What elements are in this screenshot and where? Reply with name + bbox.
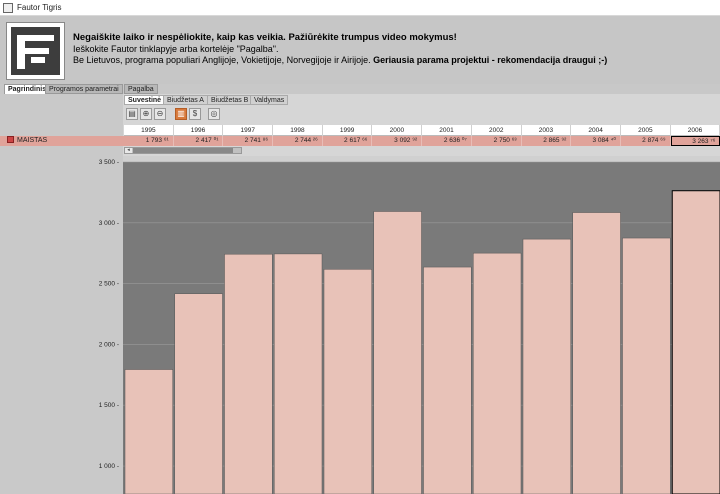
table-row[interactable]: MAISTAS 1 793 ⁶¹ 2 417 ⁰¹ 2 741 ⁸⁶ 2 744 ²⁶… [0,136,720,146]
y-tick-label: 2 000 - [99,341,119,348]
y-tick-label: 2 500 - [99,281,119,288]
bar-2005[interactable] [622,237,671,494]
bar-2000[interactable] [373,211,422,494]
year-header-row: 1995 1996 1997 1998 1999 2000 2001 2002 2003 2004… [124,125,720,136]
table-cell[interactable]: 2 750 ⁶³ [472,136,522,146]
info-banner: Negaiškite laiko ir nespėliokite, kaip k… [0,16,720,84]
row-marker-icon [7,136,14,143]
banner-promo-bold: Geriausia parama projektui - rekomendaci… [373,55,608,65]
y-tick-label: 3 000 - [99,220,119,227]
year-header-cell: 2004 [571,125,621,136]
year-header-cell: 1999 [323,125,373,136]
bar-chart: 1 000 - 1 500 - 2 000 - 2 500 - 3 000 - 3 500… [99,159,720,494]
year-header-cell: 2001 [422,125,472,136]
bar-2004[interactable] [572,212,621,494]
y-tick-label: 3 500 - [99,159,119,166]
tab-biudzetas-b[interactable]: Biudžetas B [207,95,253,105]
table-cell[interactable]: 2 741 ⁸⁶ [223,136,274,146]
table-cell[interactable]: 2 865 ⁹² [522,136,572,146]
table-cell[interactable]: 2 636 ⁰⁷ [422,136,472,146]
bar-2002[interactable] [473,252,522,494]
app-icon [3,3,13,13]
main-tabbar: Pagrindinis Programos parametrai Pagalba [0,84,720,94]
tab-suvestine[interactable]: Suvestinė [124,95,166,105]
row-label: MAISTAS [7,136,47,146]
window-title: Fautor Tigris [17,3,62,12]
bar-2006[interactable] [671,190,720,494]
scroll-left-icon[interactable]: ◂ [125,148,132,153]
bar-1999[interactable] [323,269,372,494]
tab-pagalba[interactable]: Pagalba [124,84,158,94]
banner-headline: Negaiškite laiko ir nespėliokite, kaip k… [73,32,457,43]
bar-2001[interactable] [423,266,472,494]
window-titlebar: Fautor Tigris [0,0,720,16]
scrollbar-thumb[interactable] [133,148,233,153]
tab-valdymas[interactable]: Valdymas [250,95,289,105]
table-cell[interactable]: 3 084 ⁴⁰ [571,136,621,146]
save-icon[interactable]: ▤ [126,108,138,120]
currency-icon[interactable]: $ [189,108,201,120]
tab-biudzetas-a[interactable]: Biudžetas A [163,95,208,105]
table-cell[interactable]: 2 417 ⁰¹ [174,136,224,146]
year-header-cell: 2003 [522,125,572,136]
bar-1997[interactable] [224,253,273,494]
banner-promo-text: Be Lietuvos, programa populiari Anglijoj… [73,55,608,65]
table-cell[interactable]: 3 263 ⁷⁶ [670,136,720,146]
bar-1996[interactable] [174,293,223,494]
table-cell[interactable]: 2 874 ⁶⁹ [621,136,671,146]
y-tick-label: 1 500 - [99,402,119,409]
year-header-cell: 2005 [621,125,671,136]
table-cell[interactable]: 2 744 ²⁶ [273,136,323,146]
bar-1995[interactable] [124,369,173,494]
year-header-cell: 2006 [671,125,720,136]
year-header-cell: 1998 [273,125,323,136]
y-tick-label: 1 000 - [99,463,119,470]
zoom-in-icon[interactable]: ⊕ [140,108,152,120]
fautor-logo [6,22,65,80]
bar-chart-icon[interactable]: ▥ [175,108,187,120]
year-header-cell: 1997 [223,125,274,136]
year-header-cell: 1995 [124,125,174,136]
year-header-cell: 1996 [174,125,224,136]
bar-1998[interactable] [274,253,323,494]
bar-2003[interactable] [522,238,571,494]
tab-pagrindinis[interactable]: Pagrindinis [4,84,51,94]
table-cell[interactable]: 3 092 ⁹² [373,136,423,146]
banner-help-text: Ieškokite Fautor tinklapyje arba kortelė… [73,44,279,54]
zoom-out-icon[interactable]: ⊖ [154,108,166,120]
tab-programos-parametrai[interactable]: Programos parametrai [45,84,123,94]
horizontal-scrollbar[interactable]: ◂ [124,147,242,154]
table-cell[interactable]: 1 793 ⁶¹ [124,136,174,146]
table-cell[interactable]: 2 617 ⁶⁶ [323,136,373,146]
year-header-cell: 2002 [472,125,522,136]
year-header-cell: 2000 [373,125,423,136]
lifebuoy-icon[interactable]: ◎ [208,108,220,120]
